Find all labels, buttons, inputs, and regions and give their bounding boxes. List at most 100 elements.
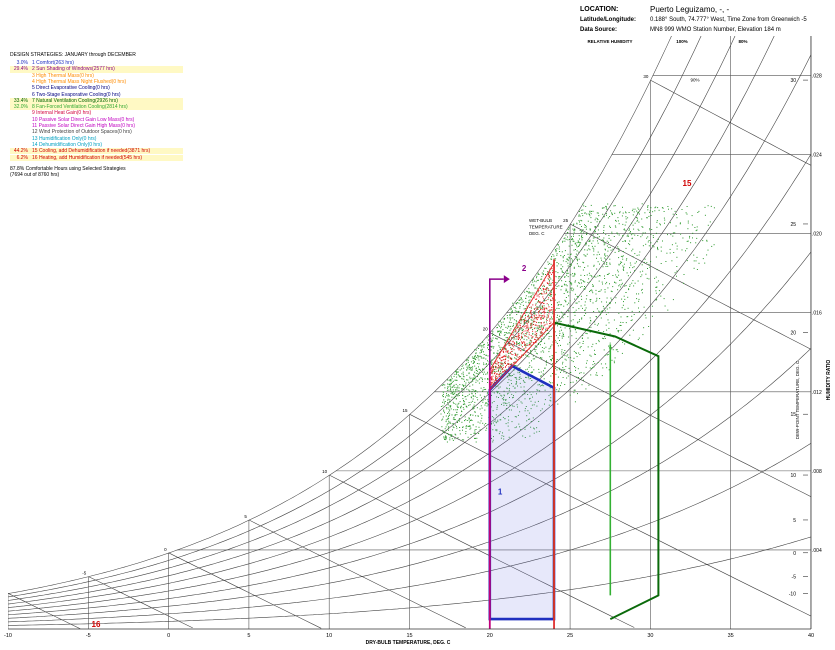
data-point xyxy=(450,436,452,437)
data-point xyxy=(535,317,537,319)
data-point xyxy=(548,348,550,350)
data-point xyxy=(646,237,648,239)
data-point-shading xyxy=(534,308,535,310)
data-point xyxy=(464,380,465,382)
data-point xyxy=(603,226,605,228)
data-point xyxy=(448,411,450,413)
data-point xyxy=(558,277,560,279)
data-point xyxy=(632,267,634,269)
data-point xyxy=(623,295,625,297)
data-point xyxy=(509,314,511,315)
data-point xyxy=(472,408,474,410)
data-point xyxy=(534,280,535,282)
data-point-shading xyxy=(535,304,537,306)
data-point xyxy=(517,343,519,345)
data-point xyxy=(634,282,636,284)
data-point xyxy=(637,219,639,221)
data-point xyxy=(625,211,626,213)
data-point xyxy=(557,403,559,405)
data-point xyxy=(590,221,592,223)
data-point-shading xyxy=(542,315,544,317)
data-point xyxy=(479,352,481,354)
data-point xyxy=(475,393,476,395)
data-point xyxy=(453,417,455,418)
data-point xyxy=(499,320,501,322)
data-point-shading xyxy=(519,356,521,357)
data-point xyxy=(560,326,562,328)
data-point xyxy=(660,224,661,226)
data-point xyxy=(465,431,467,433)
data-point xyxy=(558,263,560,265)
data-point-shading xyxy=(524,335,526,337)
data-point-shading xyxy=(543,317,545,319)
data-point xyxy=(614,205,616,207)
data-point-shading xyxy=(518,327,520,329)
data-point xyxy=(472,395,474,397)
data-point-shading xyxy=(495,377,496,379)
data-point xyxy=(663,211,665,212)
data-point xyxy=(502,364,504,366)
data-point xyxy=(448,395,450,397)
data-point xyxy=(599,314,601,316)
data-point xyxy=(588,278,590,280)
data-point xyxy=(582,340,584,342)
data-point xyxy=(594,363,596,365)
data-point xyxy=(592,343,594,345)
data-point xyxy=(581,337,583,339)
data-point xyxy=(576,302,578,304)
data-point xyxy=(624,343,626,345)
data-point xyxy=(624,229,626,231)
data-point xyxy=(548,336,550,338)
data-point xyxy=(515,320,517,322)
data-point xyxy=(532,333,534,335)
data-point xyxy=(585,244,587,246)
data-point xyxy=(641,234,643,236)
data-point xyxy=(569,265,571,267)
data-point xyxy=(510,312,512,314)
data-point xyxy=(472,363,474,364)
data-point xyxy=(578,220,580,222)
data-point xyxy=(586,274,588,276)
data-point xyxy=(637,280,639,282)
data-point xyxy=(475,359,477,361)
data-point xyxy=(542,306,543,308)
data-point xyxy=(603,242,605,244)
data-point xyxy=(482,369,484,371)
data-point xyxy=(456,414,458,416)
data-point xyxy=(513,323,515,325)
data-point xyxy=(605,213,607,214)
data-point xyxy=(487,379,489,381)
data-point xyxy=(539,357,541,358)
data-point xyxy=(548,351,550,353)
data-point-shading xyxy=(547,315,549,317)
data-point-shading xyxy=(508,343,510,345)
data-point xyxy=(588,248,590,250)
data-point-shading xyxy=(546,282,548,284)
data-point xyxy=(578,308,580,310)
data-point xyxy=(487,345,489,346)
data-point xyxy=(525,315,526,317)
data-point xyxy=(468,425,470,427)
data-point xyxy=(468,389,470,391)
data-point xyxy=(560,255,562,257)
data-point-shading xyxy=(546,317,548,319)
data-point xyxy=(470,368,472,370)
data-point xyxy=(580,372,582,374)
data-point xyxy=(605,283,607,285)
data-point xyxy=(528,302,530,304)
data-point xyxy=(643,306,645,308)
data-point xyxy=(638,298,640,300)
data-point xyxy=(557,384,558,386)
data-point-shading xyxy=(541,327,543,329)
data-point xyxy=(616,276,618,278)
data-point xyxy=(607,287,609,289)
data-point-shading xyxy=(534,317,536,319)
x-tick-label: 10 xyxy=(326,633,332,639)
data-point xyxy=(642,245,644,247)
data-point xyxy=(444,439,446,440)
data-point xyxy=(622,241,624,242)
data-point xyxy=(481,377,483,379)
data-point-shading xyxy=(530,343,532,345)
data-point xyxy=(606,281,608,283)
data-point xyxy=(637,228,639,230)
